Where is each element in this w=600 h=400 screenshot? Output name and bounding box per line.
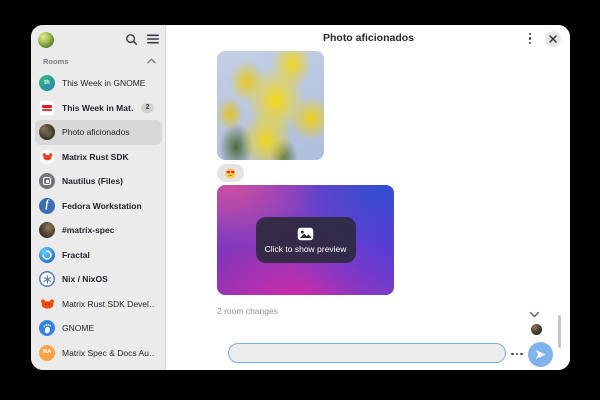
ma-avatar-icon: MA: [39, 344, 55, 361]
sidebar-item-photo-aficionados[interactable]: Photo aficionados: [35, 120, 162, 145]
image-attachment[interactable]: [217, 51, 324, 160]
twig-icon: th: [39, 75, 55, 92]
sidebar-item-fedora-workstation[interactable]: f Fedora Workstation: [35, 194, 162, 219]
nautilus-icon: [39, 173, 55, 190]
sidebar-item-matrix-spec-docs[interactable]: MA Matrix Spec & Docs Au…: [35, 341, 162, 366]
room-name: Matrix Rust SDK Devel…: [62, 298, 154, 309]
image-icon: [297, 227, 314, 240]
chat-pane: Photo aficionados Click to show preview …: [167, 25, 570, 370]
rooms-section-label: Rooms: [43, 56, 69, 66]
account-avatar[interactable]: [38, 32, 54, 48]
room-name: Fedora Workstation: [62, 200, 142, 211]
room-name: Fractal: [62, 249, 90, 260]
search-button[interactable]: [122, 31, 140, 47]
rooms-sidebar: Rooms th This Week in GNOME This Week in M…: [31, 25, 166, 370]
search-icon: [125, 33, 137, 45]
chevron-up-icon: [147, 58, 156, 64]
message-input[interactable]: [228, 343, 506, 363]
room-menu-button[interactable]: [523, 31, 537, 46]
room-name: This Week in Mat…: [62, 102, 135, 113]
room-name: Matrix Spec & Docs Au…: [62, 347, 154, 358]
blurred-media-preview[interactable]: Click to show preview: [217, 185, 394, 295]
sidebar-item-this-week-in-gnome[interactable]: th This Week in GNOME: [35, 71, 162, 96]
expand-room-changes-button[interactable]: [529, 306, 540, 318]
room-name: Matrix Rust SDK: [62, 151, 129, 162]
rust-crab-icon: [39, 148, 55, 165]
sidebar-item-fractal[interactable]: Fractal: [35, 243, 162, 268]
twim-icon: [39, 99, 55, 116]
more-options-button[interactable]: [509, 350, 525, 358]
read-receipt-avatar[interactable]: [531, 324, 542, 335]
room-list: th This Week in GNOME This Week in Mat… 2 Ph…: [35, 71, 162, 365]
sidebar-item-nautilus-files[interactable]: Nautilus (Files): [35, 169, 162, 194]
gnome-icon: [39, 320, 55, 337]
sidebar-item-matrix-rust-sdk-developers[interactable]: Matrix Rust SDK Devel…: [35, 292, 162, 317]
close-icon: [549, 35, 557, 43]
chevron-down-icon: [529, 311, 540, 318]
scrollbar-thumb[interactable]: [558, 315, 561, 348]
room-name: Nautilus (Files): [62, 176, 123, 187]
room-name: This Week in GNOME: [62, 78, 146, 89]
rooms-section-header[interactable]: Rooms: [43, 54, 156, 68]
main-menu-button[interactable]: [144, 31, 162, 47]
ferris-icon: [39, 296, 55, 312]
room-changes-row: 2 room changes: [217, 305, 278, 317]
heart-eyes-emoji-icon: [225, 167, 236, 179]
sidebar-item-this-week-in-matrix[interactable]: This Week in Mat… 2: [35, 96, 162, 121]
chat-header: Photo aficionados: [167, 25, 570, 51]
kebab-icon: [528, 33, 532, 36]
fractal-app-window: Rooms th This Week in GNOME This Week in M…: [31, 25, 570, 370]
sidebar-item-matrix-spec[interactable]: #matrix-spec: [35, 218, 162, 243]
room-name: GNOME: [62, 323, 95, 334]
fractal-icon: [39, 246, 55, 263]
matrix-spec-avatar: [39, 222, 55, 239]
room-changes-label: 2 room changes: [217, 306, 278, 316]
reaction-pill[interactable]: [217, 164, 244, 182]
room-name: Nix / NixOS: [62, 274, 108, 285]
show-preview-label: Click to show preview: [264, 243, 347, 254]
sidebar-header: [31, 25, 165, 52]
show-preview-button[interactable]: Click to show preview: [255, 217, 356, 263]
photo-avatar: [39, 124, 55, 141]
desktop-background: Rooms th This Week in GNOME This Week in M…: [0, 0, 600, 400]
nix-icon: [39, 271, 55, 288]
hamburger-menu-icon: [147, 34, 159, 44]
room-name: #matrix-spec: [62, 225, 115, 236]
sidebar-item-nix-nixos[interactable]: Nix / NixOS: [35, 267, 162, 292]
paper-plane-icon: [535, 350, 546, 359]
room-title: Photo aficionados: [322, 32, 414, 44]
ellipsis-icon: [511, 352, 514, 356]
room-name: Photo aficionados: [62, 127, 130, 138]
fedora-icon: f: [39, 197, 55, 214]
unread-badge: 2: [141, 102, 154, 113]
sidebar-item-gnome[interactable]: GNOME: [35, 316, 162, 341]
send-button[interactable]: [528, 342, 553, 367]
sidebar-item-matrix-rust-sdk[interactable]: Matrix Rust SDK: [35, 145, 162, 170]
close-button[interactable]: [545, 31, 561, 47]
